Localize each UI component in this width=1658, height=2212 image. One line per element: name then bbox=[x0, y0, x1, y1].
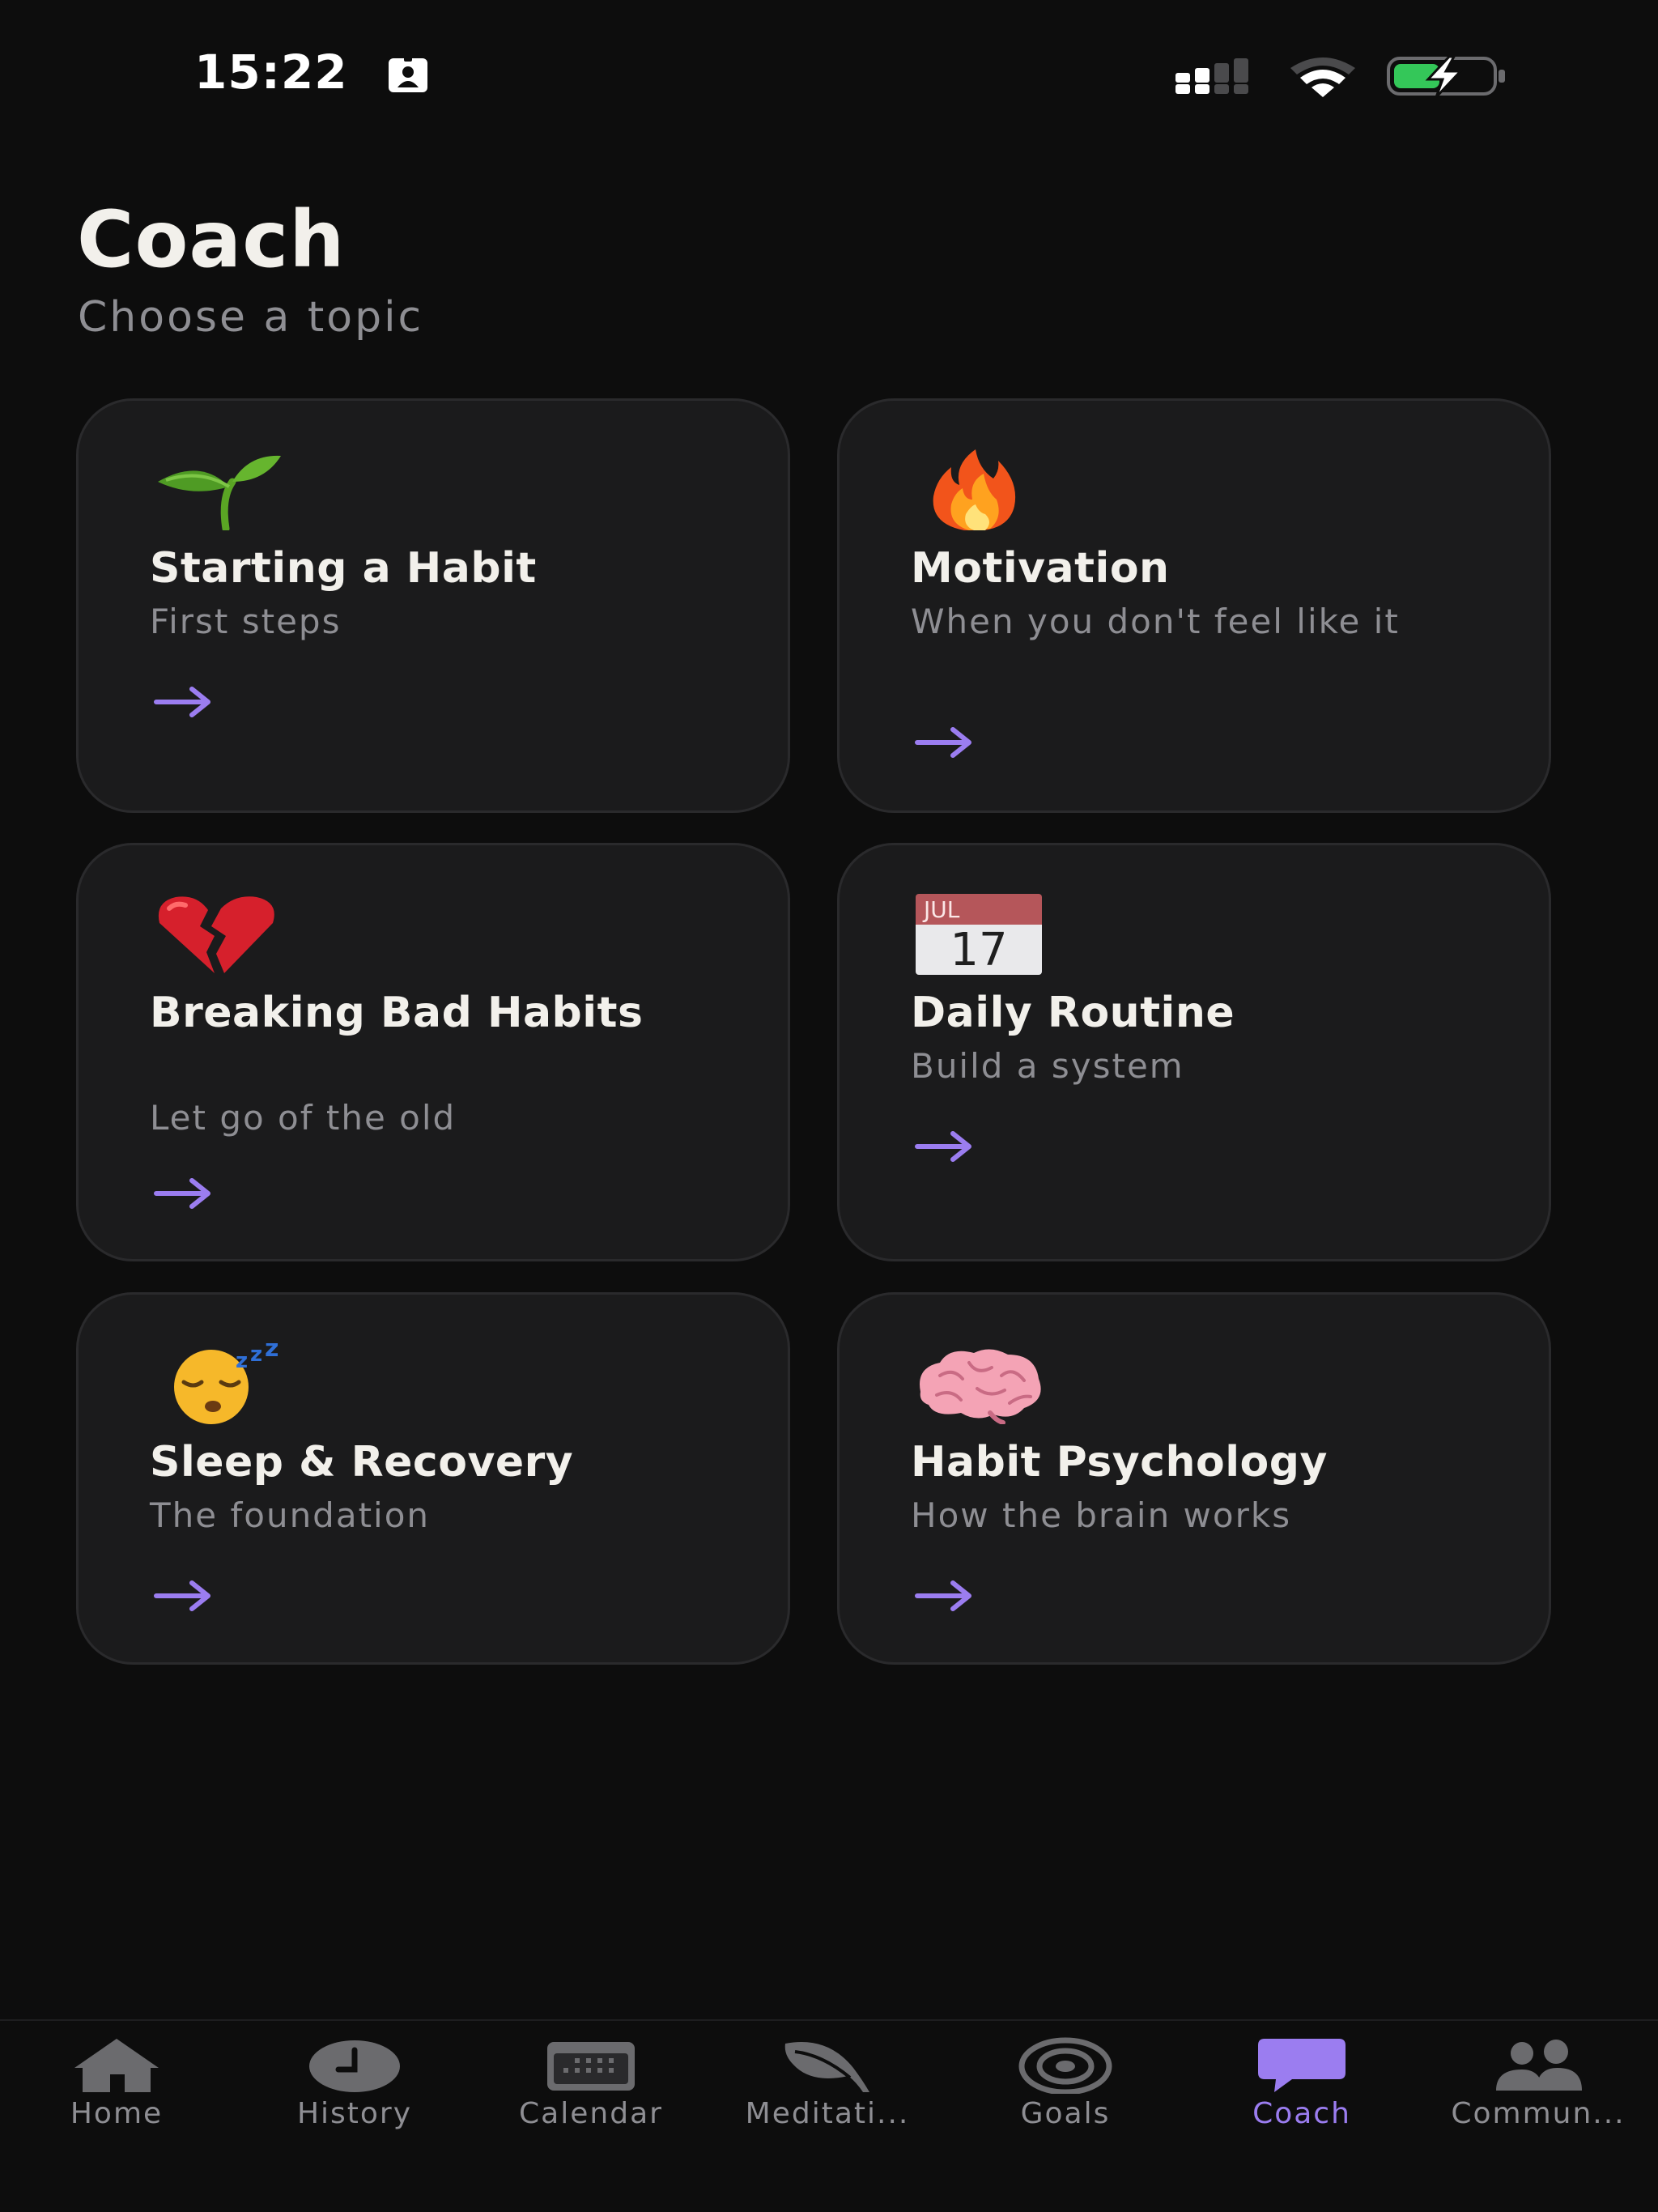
tab-label: Home bbox=[70, 2097, 164, 2130]
fire-icon bbox=[933, 449, 1016, 530]
svg-text:z: z bbox=[250, 1343, 262, 1367]
wifi-icon bbox=[1290, 57, 1355, 97]
arrow-right-icon bbox=[915, 1580, 971, 1611]
arrow-right-icon bbox=[154, 687, 210, 717]
tab-coach[interactable]: Coach bbox=[1197, 2029, 1407, 2150]
arrow-right-icon bbox=[154, 1178, 210, 1209]
calendar-month: JUL bbox=[916, 894, 1042, 925]
topic-title: Motivation bbox=[911, 544, 1170, 593]
coach-screen: 15:22 Coach Choose a topic Starting a Ha… bbox=[0, 0, 1658, 2212]
topic-card-habit-psychology[interactable]: Habit Psychology How the brain works bbox=[837, 1292, 1551, 1665]
tab-meditation[interactable]: Meditati... bbox=[722, 2029, 933, 2150]
topic-card-starting-a-habit[interactable]: Starting a Habit First steps bbox=[76, 398, 790, 813]
sleeping-face-icon: z z z bbox=[174, 1343, 278, 1424]
home-icon bbox=[74, 2039, 159, 2092]
calendar-grid-icon bbox=[547, 2042, 635, 2091]
page-subtitle: Choose a topic bbox=[78, 293, 424, 342]
topic-subtitle: How the brain works bbox=[911, 1495, 1292, 1535]
topic-title: Breaking Bad Habits bbox=[150, 989, 644, 1037]
brain-icon bbox=[920, 1349, 1041, 1424]
calendar-day: 17 bbox=[916, 925, 1042, 975]
tab-label: History bbox=[296, 2097, 413, 2130]
tab-label: Calendar bbox=[519, 2097, 663, 2130]
tab-bar: Home History Calendar Meditati... Goals … bbox=[0, 2019, 1658, 2212]
battery-charging-icon bbox=[1387, 55, 1505, 99]
status-bar: 15:22 bbox=[0, 0, 1658, 146]
tab-calendar[interactable]: Calendar bbox=[486, 2029, 696, 2150]
seedling-icon bbox=[158, 455, 281, 530]
arrow-right-icon bbox=[915, 727, 971, 758]
arrow-right-icon bbox=[915, 1131, 971, 1162]
topic-subtitle: First steps bbox=[150, 602, 342, 641]
topic-subtitle: Let go of the old bbox=[150, 1098, 457, 1138]
topic-title: Daily Routine bbox=[911, 989, 1235, 1037]
arrow-right-icon bbox=[154, 1580, 210, 1611]
tab-home[interactable]: Home bbox=[11, 2029, 222, 2150]
topic-card-daily-routine[interactable]: JUL 17 Daily Routine Build a system bbox=[837, 843, 1551, 1261]
topic-title: Starting a Habit bbox=[150, 544, 537, 593]
tab-goals[interactable]: Goals bbox=[960, 2029, 1171, 2150]
clock-icon bbox=[309, 2040, 400, 2092]
tab-label: Meditati... bbox=[745, 2097, 910, 2130]
page-title: Coach bbox=[77, 194, 346, 285]
contact-card-icon bbox=[389, 57, 427, 92]
target-icon bbox=[1018, 2037, 1112, 2094]
topic-subtitle: The foundation bbox=[150, 1495, 431, 1535]
topic-title: Sleep & Recovery bbox=[150, 1438, 574, 1487]
tab-label: Commun... bbox=[1451, 2097, 1626, 2130]
topic-card-breaking-bad-habits[interactable]: Breaking Bad Habits Let go of the old bbox=[76, 843, 790, 1261]
svg-text:z: z bbox=[265, 1343, 278, 1363]
tab-label: Goals bbox=[1020, 2097, 1111, 2130]
people-icon bbox=[1496, 2040, 1582, 2091]
cellular-signal-icon bbox=[1175, 58, 1248, 94]
tab-label: Coach bbox=[1252, 2097, 1351, 2130]
calendar-icon: JUL 17 bbox=[916, 894, 1042, 975]
status-time: 15:22 bbox=[194, 45, 348, 100]
tab-history[interactable]: History bbox=[249, 2029, 460, 2150]
topic-card-motivation[interactable]: Motivation When you don't feel like it bbox=[837, 398, 1551, 813]
topic-card-sleep-recovery[interactable]: z z z Sleep & Recovery The foundation bbox=[76, 1292, 790, 1665]
tab-community[interactable]: Commun... bbox=[1433, 2029, 1643, 2150]
chat-bubble-icon bbox=[1258, 2039, 1346, 2092]
topic-subtitle: Build a system bbox=[911, 1046, 1184, 1086]
broken-heart-icon bbox=[158, 896, 274, 973]
topic-subtitle: When you don't feel like it bbox=[911, 602, 1400, 641]
topic-title: Habit Psychology bbox=[911, 1438, 1328, 1487]
svg-text:z: z bbox=[236, 1349, 248, 1373]
leaf-icon bbox=[784, 2042, 869, 2092]
